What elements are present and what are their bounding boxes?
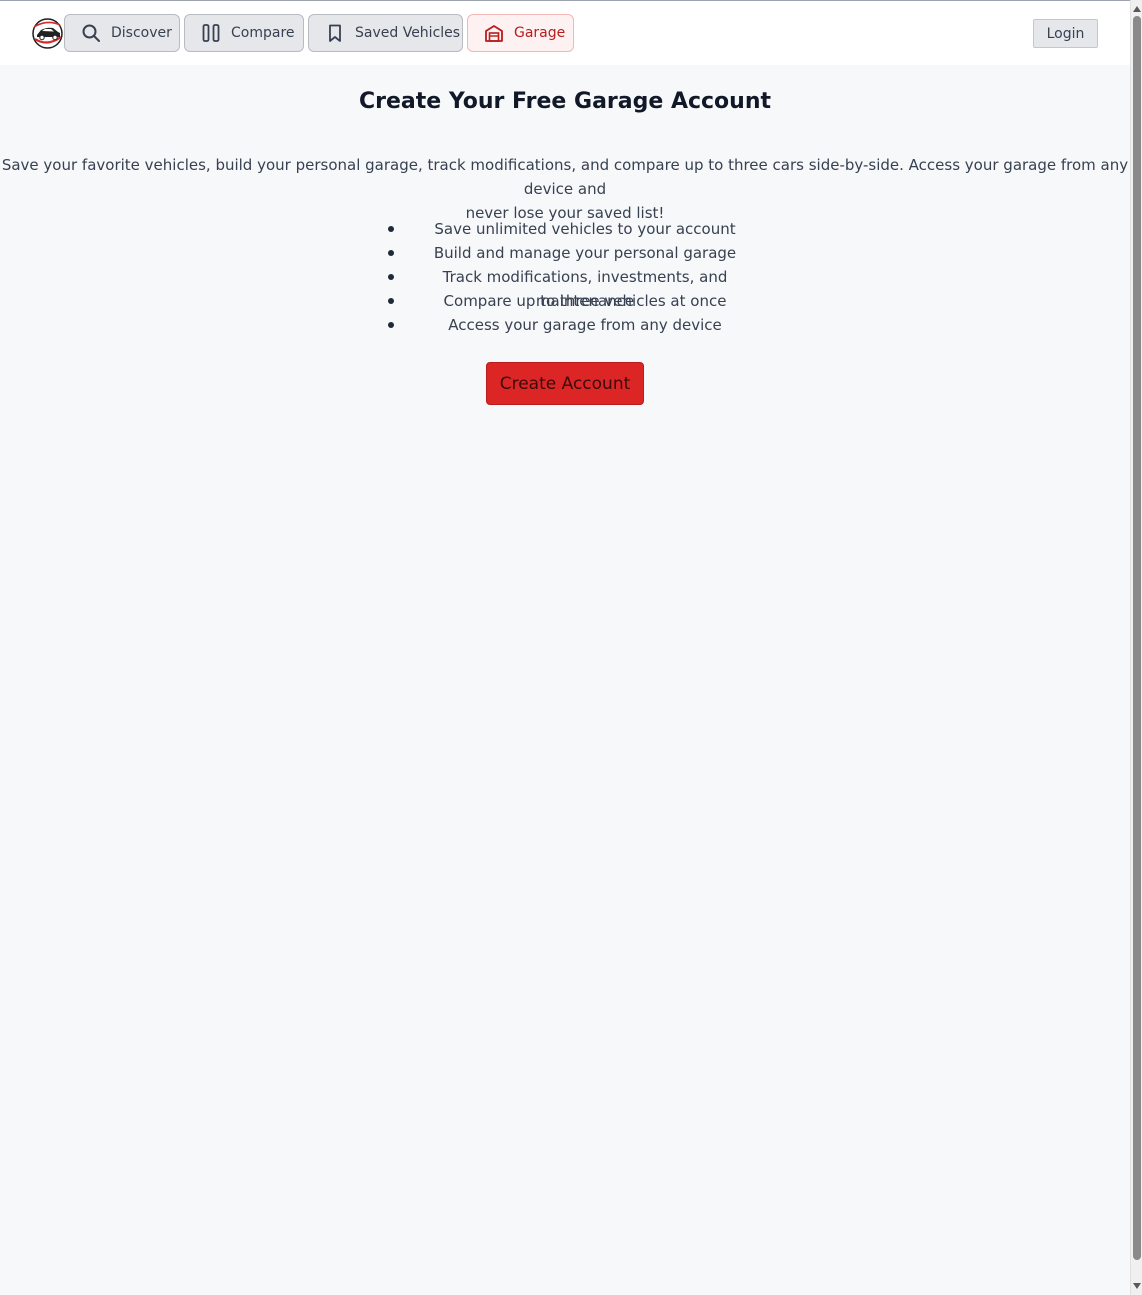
login-button[interactable]: Login (1033, 19, 1098, 48)
car-logo-icon[interactable] (32, 18, 63, 49)
nav-saved-vehicles-label: Saved Vehicles (355, 25, 461, 41)
bullet-icon (388, 226, 394, 232)
columns-icon (201, 23, 221, 43)
top-nav-bar: Discover Compare Saved Vehicles Garage L… (0, 1, 1130, 65)
garage-icon (484, 23, 504, 43)
create-account-button[interactable]: Create Account (486, 362, 644, 405)
scroll-down-arrow-icon[interactable] (1133, 1283, 1141, 1289)
scrollbar-thumb[interactable] (1133, 16, 1141, 1260)
nav-garage-button[interactable]: Garage (467, 14, 574, 52)
nav-compare-button[interactable]: Compare (184, 14, 304, 52)
vertical-scrollbar[interactable] (1130, 0, 1142, 1295)
bookmark-icon (325, 23, 345, 43)
intro-text-line-1: Save your favorite vehicles, build your … (1, 156, 1129, 198)
bullet-icon (388, 274, 394, 280)
intro-text: Save your favorite vehicles, build your … (0, 153, 1130, 225)
search-icon (81, 23, 101, 43)
feature-item: Access your garage from any device (388, 313, 764, 337)
page-title: Create Your Free Garage Account (358, 89, 772, 114)
feature-text: Save unlimited vehicles to your account (434, 220, 736, 238)
feature-text: Compare up to three vehicles at once (443, 292, 727, 310)
feature-item: Save unlimited vehicles to your account (388, 217, 764, 241)
scroll-up-arrow-icon[interactable] (1133, 6, 1141, 12)
nav-discover-button[interactable]: Discover (64, 14, 180, 52)
nav-discover-label: Discover (111, 25, 172, 41)
feature-text: Build and manage your personal garage (433, 244, 737, 262)
feature-list: Save unlimited vehicles to your account … (388, 217, 764, 337)
feature-item: Compare up to three vehicles at once (388, 289, 764, 313)
feature-item: Build and manage your personal garage (388, 241, 764, 265)
feature-item: Track modifications, investments, and ma… (388, 265, 764, 310)
feature-text: Access your garage from any device (448, 316, 722, 334)
bullet-icon (388, 250, 394, 256)
nav-saved-vehicles-button[interactable]: Saved Vehicles (308, 14, 463, 52)
bullet-icon (388, 298, 394, 304)
nav-garage-label: Garage (514, 25, 566, 41)
nav-compare-label: Compare (231, 25, 295, 41)
bullet-icon (388, 322, 394, 328)
